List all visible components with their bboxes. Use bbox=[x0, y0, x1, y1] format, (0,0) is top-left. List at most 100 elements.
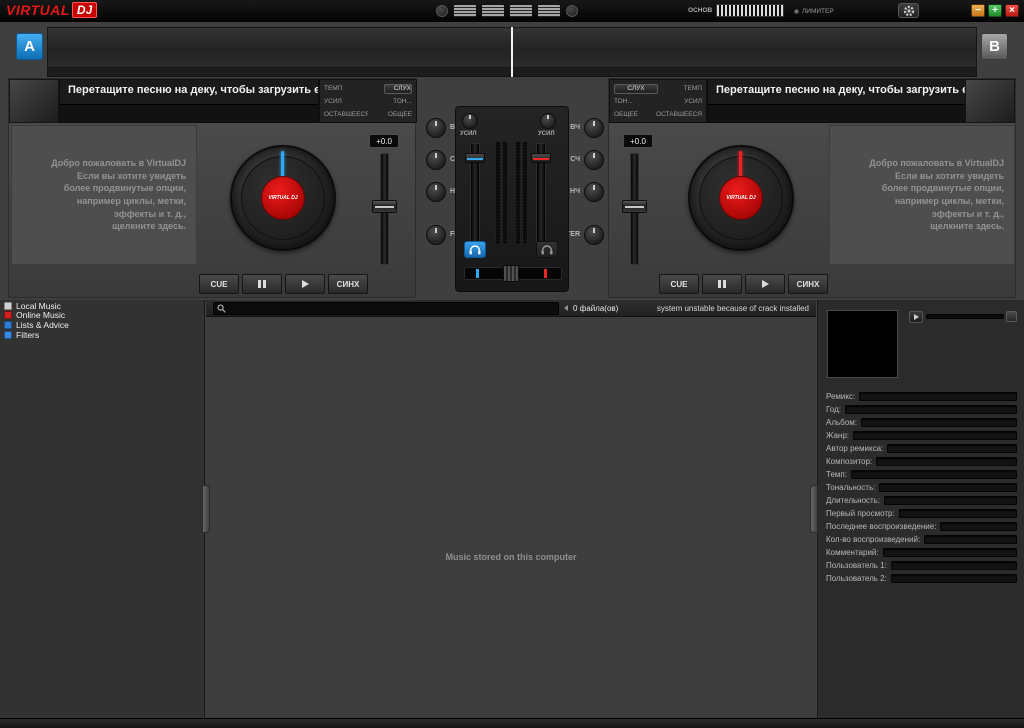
tag-input-remix[interactable] bbox=[859, 392, 1017, 401]
sidebar-item-label: Filters bbox=[16, 330, 39, 340]
tag-fields: Ремикс: Год: Альбом: Жанр: Автор ремикса… bbox=[826, 390, 1017, 585]
tag-input-remixer[interactable] bbox=[887, 444, 1017, 453]
tag-input-duration[interactable] bbox=[884, 496, 1017, 505]
tag-row-user1: Пользователь 1: bbox=[826, 559, 1017, 572]
tagpanel-collapse-handle[interactable] bbox=[810, 485, 818, 533]
deck-b-low-eq-knob[interactable] bbox=[584, 182, 604, 202]
search-box[interactable] bbox=[213, 302, 559, 315]
deck-b-key-button[interactable]: СЛУХ bbox=[614, 84, 658, 94]
deck-a-letter-button[interactable]: A bbox=[16, 33, 43, 60]
tag-input-genre[interactable] bbox=[853, 431, 1017, 440]
tag-input-last-play[interactable] bbox=[940, 522, 1017, 531]
deck-b-stutter-button[interactable] bbox=[702, 274, 742, 294]
deck-a-jog-wheel[interactable]: VIRTUAL DJ bbox=[230, 145, 336, 251]
sidebar-item-local-music[interactable]: Local Music bbox=[0, 300, 204, 310]
deck-b-key-label: ТОН... bbox=[614, 98, 658, 105]
layout-circle-left-button[interactable] bbox=[436, 5, 448, 17]
tag-input-year[interactable] bbox=[845, 405, 1017, 414]
deck-a-key-button[interactable]: СЛУХ bbox=[384, 84, 412, 94]
deck-a-headphone-cue-button[interactable] bbox=[464, 241, 486, 258]
minimize-button[interactable]: − bbox=[971, 4, 985, 17]
deck-b-play-button[interactable] bbox=[745, 274, 785, 294]
deck-a-sync-button[interactable]: СИНХ bbox=[328, 274, 368, 294]
settings-button[interactable] bbox=[898, 3, 919, 18]
sidebar-item-filters[interactable]: Filters bbox=[0, 330, 204, 340]
pause-icon bbox=[718, 280, 726, 288]
deck-a-mid-eq-knob[interactable] bbox=[426, 150, 446, 170]
deck-a-gain-knob[interactable] bbox=[462, 113, 478, 129]
layout-preset-2-button[interactable] bbox=[482, 5, 504, 17]
tag-label: Последнее воспроизведение: bbox=[826, 522, 936, 531]
deck-b-high-eq-knob[interactable] bbox=[584, 118, 604, 138]
layout-preset-1-button[interactable] bbox=[454, 5, 476, 17]
tag-input-first-seen[interactable] bbox=[899, 509, 1017, 518]
logo-dj-badge: DJ bbox=[72, 2, 97, 18]
deck-b-cue-button[interactable]: CUE bbox=[659, 274, 699, 294]
tag-input-key[interactable] bbox=[879, 483, 1017, 492]
search-input[interactable] bbox=[229, 303, 555, 314]
sidebar-collapse-handle[interactable] bbox=[202, 485, 210, 533]
tag-input-comment[interactable] bbox=[883, 548, 1017, 557]
tag-input-user2[interactable] bbox=[891, 574, 1017, 583]
deck-a-gain-label: УСИЛ bbox=[324, 98, 368, 105]
deck-b-filter-knob[interactable] bbox=[584, 225, 604, 245]
play-icon bbox=[914, 314, 919, 320]
sidebar-item-online-music[interactable]: Online Music bbox=[0, 310, 204, 320]
preview-volume-handle[interactable] bbox=[1006, 311, 1017, 322]
tag-row-remixer: Автор ремикса: bbox=[826, 442, 1017, 455]
close-button[interactable]: × bbox=[1005, 4, 1019, 17]
local-music-icon bbox=[4, 302, 12, 310]
tag-row-user2: Пользователь 2: bbox=[826, 572, 1017, 585]
deck-a-track-drop-zone[interactable]: Перетащите песню на деку, чтобы загрузит… bbox=[59, 79, 319, 123]
tag-label: Альбом: bbox=[826, 418, 857, 427]
deck-a: Перетащите песню на деку, чтобы загрузит… bbox=[8, 78, 416, 298]
deck-a-volume-fader-handle[interactable] bbox=[465, 153, 485, 163]
deck-b-art-slot bbox=[965, 79, 1015, 123]
tag-input-composer[interactable] bbox=[876, 457, 1017, 466]
tag-label: Комментарий: bbox=[826, 548, 879, 557]
deck-b-vu-meter bbox=[515, 141, 521, 245]
deck-b-welcome-panel[interactable]: Добро пожаловать в VirtualDJ Если вы хот… bbox=[829, 125, 1015, 265]
logo-virtual-text: VIRTUAL bbox=[6, 2, 70, 18]
deck-a-play-button[interactable] bbox=[285, 274, 325, 294]
tag-label: Жанр: bbox=[826, 431, 849, 440]
deck-a-low-eq-knob[interactable] bbox=[426, 182, 446, 202]
layout-preset-3-button[interactable] bbox=[510, 5, 532, 17]
tag-input-album[interactable] bbox=[861, 418, 1017, 427]
deck-a-cue-button[interactable]: CUE bbox=[199, 274, 239, 294]
deck-b-mid-eq-knob[interactable] bbox=[584, 150, 604, 170]
album-art[interactable] bbox=[827, 310, 898, 378]
preview-seek-slider[interactable] bbox=[926, 314, 1004, 319]
deck-a-vu-meter bbox=[495, 141, 501, 245]
maximize-button[interactable]: + bbox=[988, 4, 1002, 17]
collapse-arrow-icon[interactable] bbox=[564, 305, 568, 311]
tag-input-play-count[interactable] bbox=[924, 535, 1017, 544]
deck-b-pitch-fader-handle[interactable] bbox=[622, 200, 647, 213]
deck-b-letter-button[interactable]: B bbox=[981, 33, 1008, 60]
layout-circle-right-button[interactable] bbox=[566, 5, 578, 17]
window-controls: − + × bbox=[971, 4, 1019, 17]
deck-a-transport: CUE СИНХ bbox=[199, 274, 368, 294]
tag-row-duration: Длительность: bbox=[826, 494, 1017, 507]
limiter-section: ЛИМИТЕР bbox=[794, 8, 834, 15]
deck-b-track-drop-zone[interactable]: Перетащите песню на деку, чтобы загрузит… bbox=[707, 79, 967, 123]
sidebar-item-label: Lists & Advice bbox=[16, 320, 69, 330]
preview-play-button[interactable] bbox=[909, 311, 923, 323]
deck-b-gain-knob-label: УСИЛ bbox=[538, 131, 555, 137]
deck-b-jog-center: VIRTUAL DJ bbox=[719, 176, 763, 220]
tag-input-user1[interactable] bbox=[891, 561, 1017, 570]
deck-b-volume-fader-handle[interactable] bbox=[531, 153, 551, 163]
crossfader-handle[interactable] bbox=[503, 265, 519, 282]
deck-a-filter-knob[interactable] bbox=[426, 225, 446, 245]
deck-a-stutter-button[interactable] bbox=[242, 274, 282, 294]
deck-a-high-eq-knob[interactable] bbox=[426, 118, 446, 138]
sidebar-item-lists-advice[interactable]: Lists & Advice bbox=[0, 320, 204, 330]
deck-b-sync-button[interactable]: СИНХ bbox=[788, 274, 828, 294]
deck-b-gain-knob[interactable] bbox=[540, 113, 556, 129]
tag-input-bpm[interactable] bbox=[851, 470, 1017, 479]
deck-b-headphone-cue-button[interactable] bbox=[536, 241, 558, 258]
deck-a-welcome-panel[interactable]: Добро пожаловать в VirtualDJ Если вы хот… bbox=[11, 125, 197, 265]
deck-a-pitch-fader-handle[interactable] bbox=[372, 200, 397, 213]
deck-b-jog-wheel[interactable]: VIRTUAL DJ bbox=[688, 145, 794, 251]
layout-preset-4-button[interactable] bbox=[538, 5, 560, 17]
